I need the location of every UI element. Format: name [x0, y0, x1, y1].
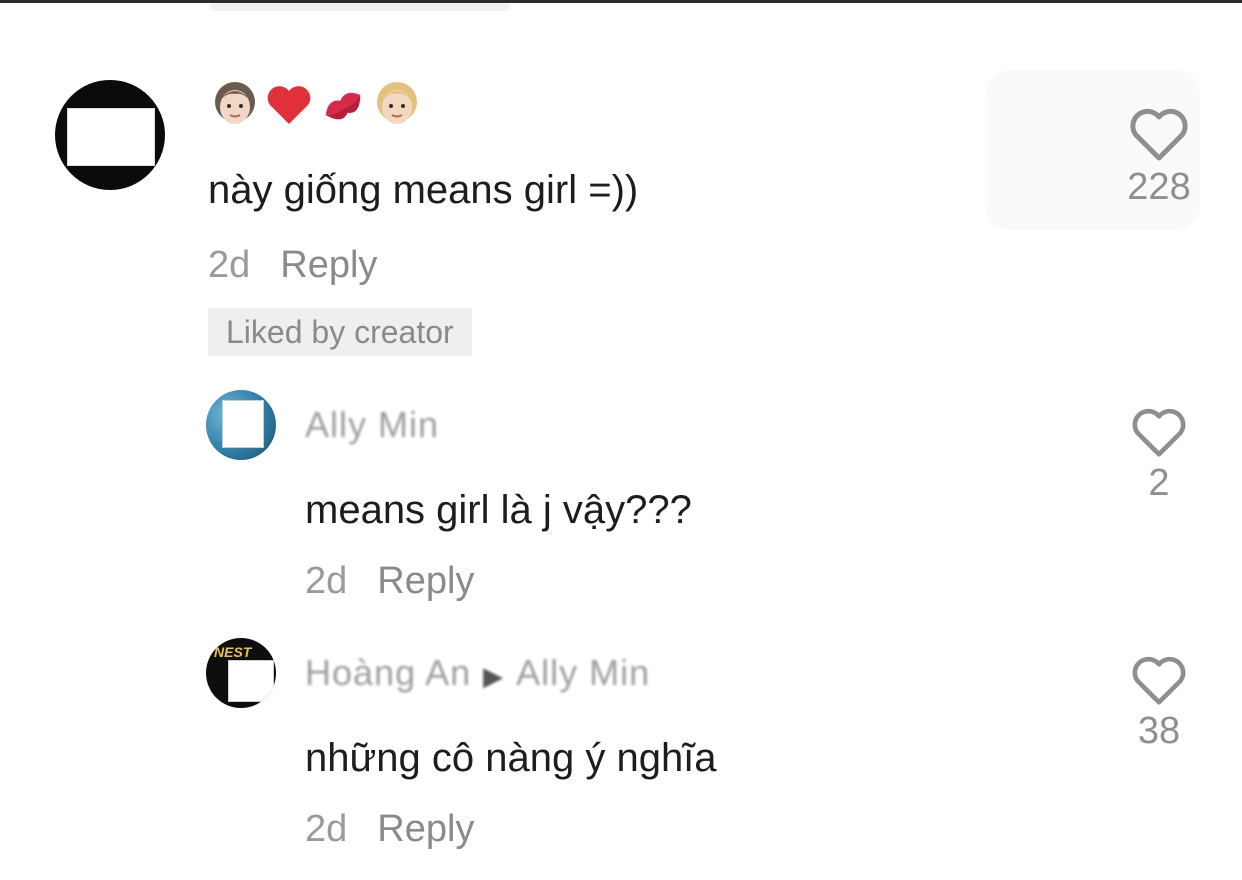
heart-emoji-icon: [267, 86, 311, 124]
avatar[interactable]: [55, 80, 165, 190]
heart-outline-icon[interactable]: [1129, 108, 1189, 162]
avatar-redaction: [222, 400, 264, 448]
reply-text: means girl là j vậy???: [305, 488, 692, 532]
kiss-mark-emoji-icon: [325, 92, 361, 120]
comment-text: này giống means girl =)): [208, 168, 639, 212]
heart-outline-icon[interactable]: [1131, 656, 1187, 706]
reply-button[interactable]: Reply: [377, 808, 474, 850]
like-control: 228: [1099, 108, 1219, 206]
avatar-redaction: [228, 660, 274, 702]
reply-button[interactable]: Reply: [280, 244, 377, 286]
like-count: 2: [1148, 462, 1170, 504]
like-control: 38: [1099, 656, 1219, 750]
comment-time: 2d: [208, 244, 251, 286]
liked-by-creator-badge: Liked by creator: [208, 308, 472, 356]
reply-time: 2d: [305, 560, 348, 602]
reply-username[interactable]: Ally Min: [305, 404, 439, 446]
reply-to-username[interactable]: Ally Min: [516, 652, 650, 693]
like-count: 228: [1127, 166, 1191, 208]
blonde-woman-emoji-icon: [377, 82, 417, 124]
reply-username-line: Hoàng An ▶ Ally Min: [305, 652, 650, 694]
username-emoji[interactable]: [210, 80, 422, 130]
top-divider: [0, 0, 1242, 3]
reply-arrow-icon: ▶: [483, 661, 505, 691]
comment-meta: 2d Reply: [208, 244, 377, 287]
reply-avatar[interactable]: NEST: [206, 638, 276, 708]
reply-button[interactable]: Reply: [377, 560, 474, 602]
reply-meta: 2d Reply: [305, 808, 474, 851]
like-control: 2: [1099, 408, 1219, 502]
previous-badge-edge: [210, 3, 510, 11]
woman-emoji-icon: [215, 82, 255, 124]
reply-meta: 2d Reply: [305, 560, 474, 603]
reply-username[interactable]: Hoàng An: [305, 652, 471, 693]
like-count: 38: [1137, 710, 1181, 752]
avatar-redaction: [67, 108, 155, 166]
reply-avatar[interactable]: [206, 390, 276, 460]
reply-time: 2d: [305, 808, 348, 850]
avatar-logo-text: NEST: [214, 644, 252, 660]
reply-text: những cô nàng ý nghĩa: [305, 736, 717, 780]
heart-outline-icon[interactable]: [1131, 408, 1187, 458]
